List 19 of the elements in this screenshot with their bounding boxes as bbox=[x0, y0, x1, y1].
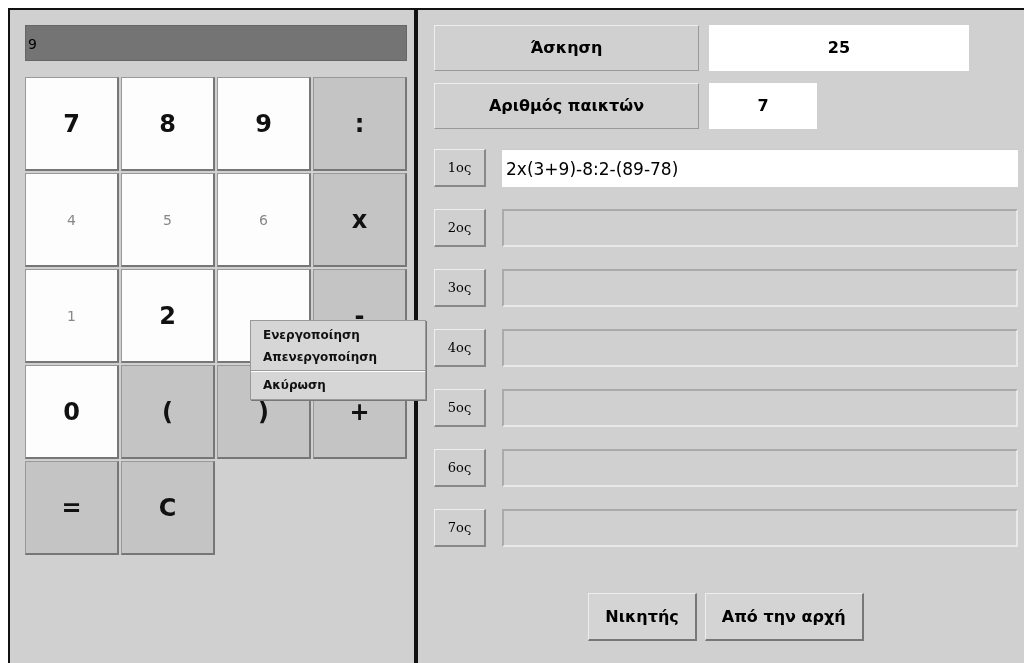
field-label: Αριθμός παικτών bbox=[434, 83, 699, 129]
calculator-key[interactable]: : bbox=[313, 77, 407, 171]
action-button[interactable]: Νικητής bbox=[588, 593, 697, 641]
calculator-key[interactable]: 8 bbox=[121, 77, 215, 171]
calculator-key[interactable]: 7 bbox=[25, 77, 119, 171]
calculator-key[interactable]: 0 bbox=[25, 365, 119, 459]
action-button[interactable]: Από την αρχή bbox=[704, 593, 864, 641]
calculator-key[interactable]: 9 bbox=[217, 77, 311, 171]
calculator-key[interactable]: 2 bbox=[121, 269, 215, 363]
value-field: 7 bbox=[709, 83, 817, 129]
value-field: 25 bbox=[709, 25, 969, 71]
calculator-key[interactable]: = bbox=[25, 461, 119, 555]
expression-field[interactable]: 2x(3+9)-8:2-(89-78) bbox=[502, 149, 1018, 187]
field-label: Άσκηση bbox=[434, 25, 699, 71]
player-button[interactable]: 1ος bbox=[434, 149, 486, 187]
calculator-display: 9 bbox=[25, 25, 407, 61]
calculator-key[interactable]: ( bbox=[121, 365, 215, 459]
calculator-key[interactable]: x bbox=[313, 173, 407, 267]
calculator-key[interactable]: C bbox=[121, 461, 215, 555]
